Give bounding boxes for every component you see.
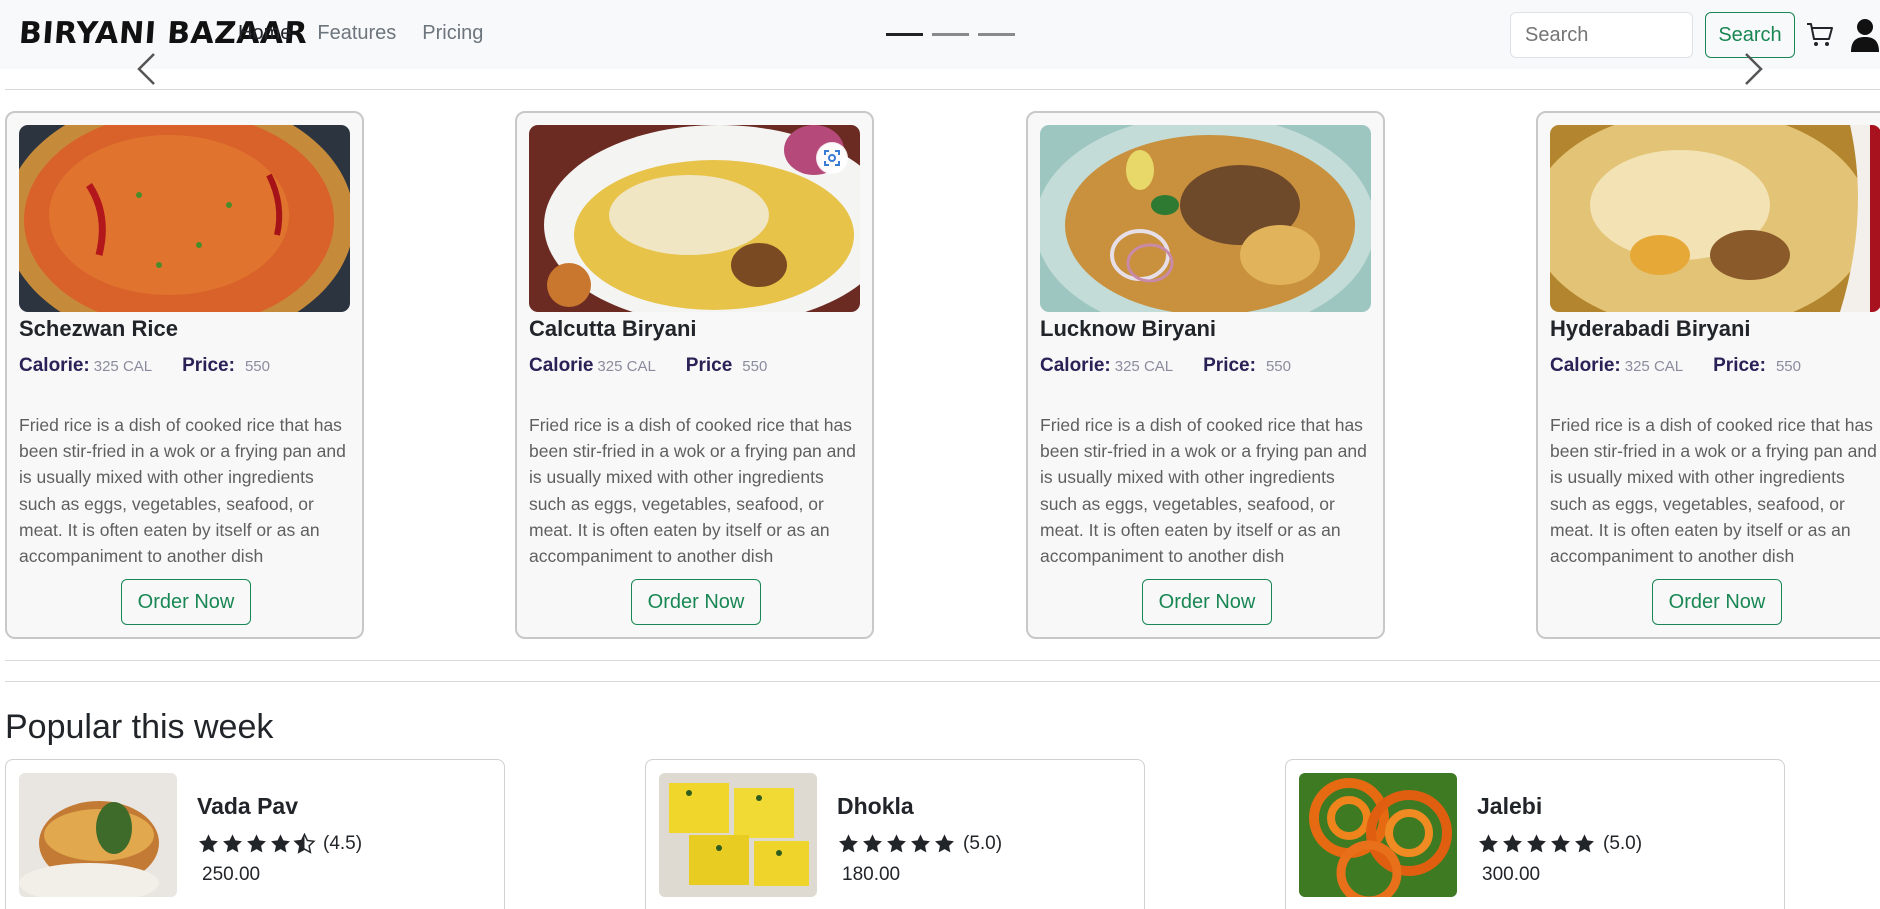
order-now-button[interactable]: Order Now <box>1652 579 1782 625</box>
lucknow-biryani-image <box>1040 125 1371 312</box>
popular-item-price: 180.00 <box>842 864 901 885</box>
carousel-indicator-3[interactable] <box>978 33 1015 36</box>
card-title: Calcutta Biryani <box>529 316 697 341</box>
calorie-value: 325 CAL <box>93 358 153 375</box>
card-title: Hyderabadi Biryani <box>1550 316 1751 341</box>
carousel-indicators <box>886 33 1015 36</box>
star-full-icon <box>223 834 242 853</box>
star-full-icon <box>1479 834 1498 853</box>
popular-item-price: 250.00 <box>202 864 261 885</box>
schezwan-rice-image <box>19 125 350 312</box>
carousel-indicator-1[interactable] <box>886 33 923 36</box>
star-full-icon <box>935 834 954 853</box>
price-label: Price <box>685 355 733 376</box>
price-value: 550 <box>244 358 270 375</box>
order-now-button[interactable]: Order Now <box>121 579 251 625</box>
price-value: 550 <box>742 358 768 375</box>
rating-stars: (5.0) <box>1477 833 1642 855</box>
calorie-label: Calorie <box>529 355 594 376</box>
jalebi-image <box>1299 773 1457 897</box>
nav-link-features[interactable]: Features <box>317 22 396 45</box>
calorie-label: Calorie: <box>1040 355 1111 376</box>
search-input[interactable] <box>1510 12 1693 58</box>
price-label: Price: <box>1203 355 1256 376</box>
card-description: Fried rice is a dish of cooked rice that… <box>19 415 346 567</box>
card-meta: Calorie 325 CAL Price 550 <box>529 355 767 377</box>
cart-icon[interactable] <box>1806 22 1834 48</box>
carousel-next-chevron-icon[interactable] <box>1741 52 1765 86</box>
rating-stars: (5.0) <box>837 833 1002 855</box>
price-label: Price: <box>182 355 235 376</box>
popular-item-card[interactable]: Dhokla (5.0) 180.00 <box>645 759 1145 909</box>
popular-item-card[interactable]: Vada Pav (4.5) 250.00 <box>5 759 505 909</box>
star-half-icon <box>293 833 316 854</box>
order-now-button[interactable]: Order Now <box>631 579 761 625</box>
navbar: BIRYANI BAZAAR Home Features Pricing Sea… <box>0 0 1880 69</box>
popular-heading: Popular this week <box>5 708 274 746</box>
card-description: Fried rice is a dish of cooked rice that… <box>1040 415 1367 567</box>
card-meta: Calorie: 325 CAL Price: 550 <box>1040 355 1291 377</box>
product-card: Lucknow Biryani Calorie: 325 CAL Price: 550… <box>1026 111 1385 639</box>
card-meta: Calorie: 325 CAL Price: 550 <box>19 355 270 377</box>
star-full-icon <box>863 834 882 853</box>
nav-link-home[interactable]: Home <box>238 22 291 45</box>
product-card: Schezwan Rice Calorie: 325 CAL Price: 550 F… <box>5 111 364 639</box>
product-card: Calcutta Biryani Calorie 325 CAL Price 550 … <box>515 111 874 639</box>
star-full-icon <box>839 834 858 853</box>
star-full-icon <box>1551 834 1570 853</box>
star-full-icon <box>271 834 290 853</box>
card-title: Lucknow Biryani <box>1040 316 1217 341</box>
star-full-icon <box>1503 834 1522 853</box>
rating-value: (4.5) <box>323 833 363 854</box>
popular-item-name: Vada Pav <box>197 793 299 819</box>
vada-pav-image <box>19 773 177 897</box>
hyderabadi-biryani-image <box>1550 125 1880 312</box>
star-full-icon <box>887 834 906 853</box>
calorie-value: 325 CAL <box>1624 358 1684 375</box>
price-value: 550 <box>1265 358 1291 375</box>
divider <box>5 89 1880 90</box>
card-description: Fried rice is a dish of cooked rice that… <box>1550 415 1877 567</box>
calorie-value: 325 CAL <box>1114 358 1174 375</box>
star-full-icon <box>1575 834 1594 853</box>
price-label: Price: <box>1713 355 1766 376</box>
rating-value: (5.0) <box>1603 833 1643 854</box>
star-full-icon <box>911 834 930 853</box>
product-card: Hyderabadi Biryani Calorie: 325 CAL Price:… <box>1536 111 1880 639</box>
popular-item-name: Dhokla <box>837 793 914 819</box>
popular-item-name: Jalebi <box>1477 793 1543 819</box>
popular-item-card[interactable]: Jalebi (5.0) 300.00 <box>1285 759 1785 909</box>
rating-stars: (4.5) <box>197 833 362 855</box>
card-description: Fried rice is a dish of cooked rice that… <box>529 415 856 567</box>
star-full-icon <box>1527 834 1546 853</box>
nav-link-pricing[interactable]: Pricing <box>422 22 483 45</box>
rating-value: (5.0) <box>963 833 1003 854</box>
price-value: 550 <box>1775 358 1801 375</box>
card-title: Schezwan Rice <box>19 316 178 341</box>
calorie-value: 325 CAL <box>597 358 656 375</box>
star-full-icon <box>247 834 266 853</box>
star-full-icon <box>199 834 218 853</box>
visual-search-icon[interactable] <box>816 142 848 174</box>
divider <box>5 681 1880 682</box>
carousel-indicator-2[interactable] <box>932 33 969 36</box>
calorie-label: Calorie: <box>1550 355 1621 376</box>
card-meta: Calorie: 325 CAL Price: 550 <box>1550 355 1801 377</box>
dhokla-image <box>659 773 817 897</box>
calcutta-biryani-image <box>529 125 860 312</box>
popular-item-price: 300.00 <box>1482 864 1541 885</box>
nav-links: Home Features Pricing <box>238 22 509 45</box>
order-now-button[interactable]: Order Now <box>1142 579 1272 625</box>
divider <box>5 660 1880 661</box>
calorie-label: Calorie: <box>19 355 90 376</box>
carousel-prev-chevron-icon[interactable] <box>135 52 159 86</box>
user-icon[interactable] <box>1850 18 1880 52</box>
